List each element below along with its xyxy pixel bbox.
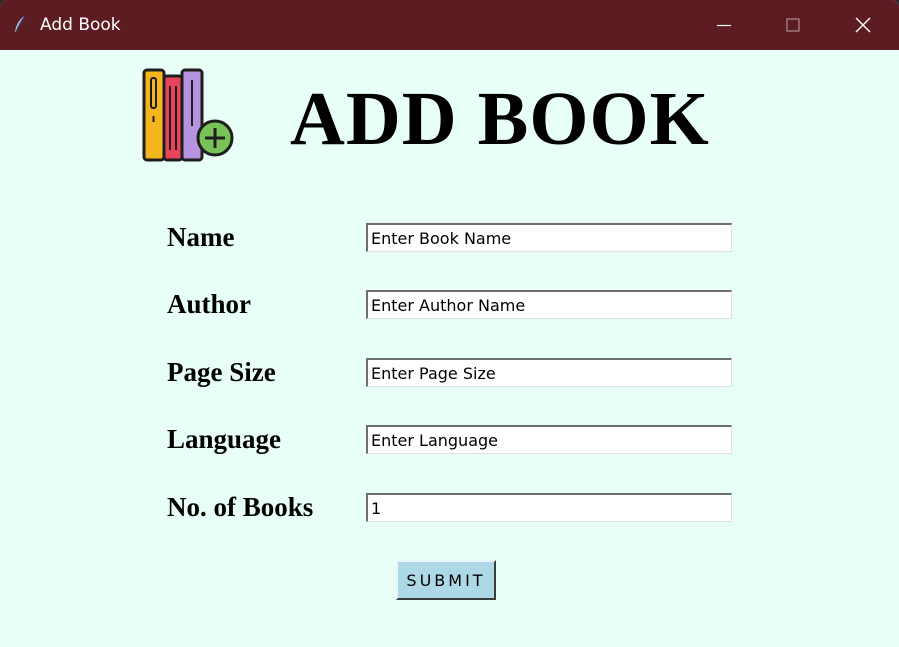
minimize-button[interactable] bbox=[694, 0, 754, 50]
form-area: ADD BOOK Name Author Page Size Language … bbox=[0, 50, 899, 647]
minimize-icon bbox=[717, 24, 731, 27]
language-label: Language bbox=[167, 424, 282, 454]
books-add-icon bbox=[140, 66, 240, 166]
maximize-icon bbox=[786, 18, 800, 32]
no-of-books-label: No. of Books bbox=[167, 492, 314, 522]
page-title: ADD BOOK bbox=[290, 77, 710, 161]
page-size-label: Page Size bbox=[167, 357, 276, 387]
name-label: Name bbox=[167, 222, 235, 252]
author-name-input[interactable] bbox=[366, 290, 732, 319]
feather-icon bbox=[12, 15, 28, 35]
page-size-input[interactable] bbox=[366, 358, 732, 387]
add-book-window: Add Book ADD BOOK Name Enter Book Name A… bbox=[0, 0, 899, 647]
author-label: Author bbox=[167, 289, 252, 319]
book-name-input[interactable] bbox=[366, 223, 732, 252]
no-of-books-input[interactable] bbox=[366, 493, 732, 522]
submit-button[interactable]: SUBMIT bbox=[396, 560, 496, 600]
close-icon bbox=[855, 17, 871, 33]
maximize-button[interactable] bbox=[763, 0, 823, 50]
window-title: Add Book bbox=[40, 15, 121, 35]
title-bar[interactable]: Add Book bbox=[0, 0, 899, 50]
language-input[interactable] bbox=[366, 425, 732, 454]
close-button[interactable] bbox=[833, 0, 893, 50]
